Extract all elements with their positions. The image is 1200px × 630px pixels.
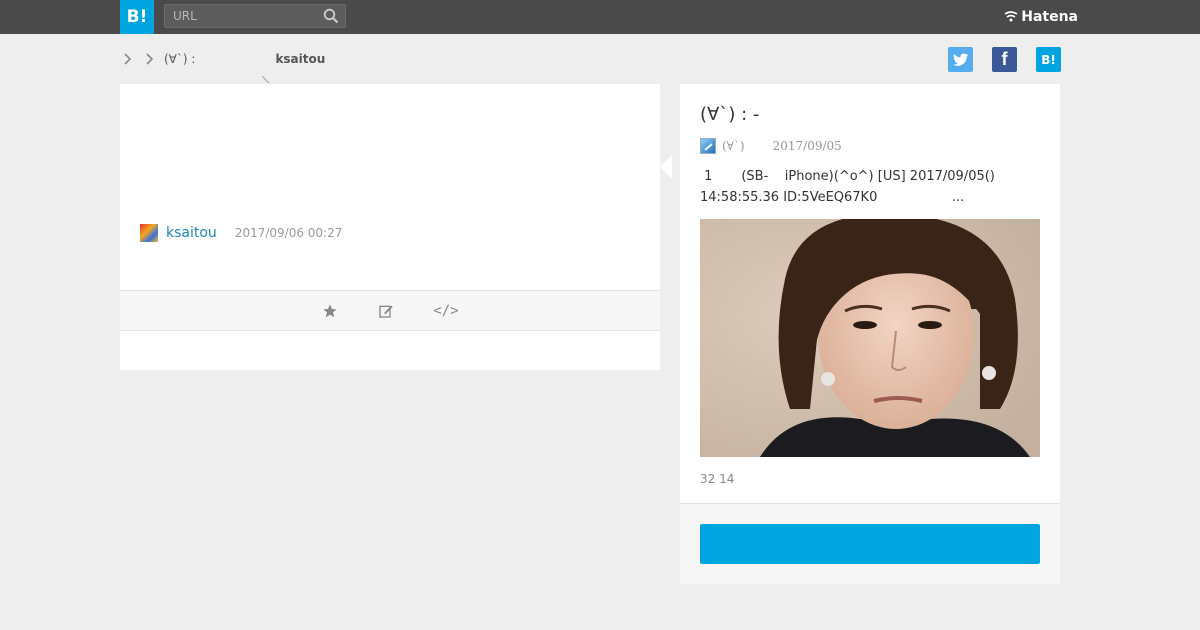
comment-meta: ksaitou 2017/09/06 00:27 [140, 224, 342, 242]
bookmark-entry-button[interactable] [700, 524, 1040, 564]
chevron-right-icon[interactable] [142, 52, 156, 66]
embed-button[interactable]: </> [432, 301, 460, 321]
hatena-bookmark-logo[interactable]: B! [120, 0, 154, 34]
facebook-share-button[interactable]: f [992, 47, 1017, 72]
entry-site[interactable]: (∀`) [722, 139, 745, 153]
breadcrumb-pointer-icon [262, 76, 270, 84]
breadcrumb-user: ksaitou [275, 52, 326, 66]
entry-card: (∀`) : - (∀`) 2017/09/05 1 (SB- iPhone)(… [680, 84, 1060, 584]
brand-name: Hatena [1021, 9, 1078, 25]
entry-title[interactable]: (∀`) : - [700, 104, 759, 125]
edit-icon [379, 305, 393, 318]
hatena-brand-link[interactable]: Hatena [1003, 9, 1078, 25]
star-button[interactable] [320, 301, 340, 321]
avatar[interactable] [140, 224, 158, 242]
entry-counts: 32 14 [700, 472, 735, 486]
entry-image[interactable] [700, 219, 1040, 457]
comment-card: ksaitou 2017/09/06 00:27 </> [120, 84, 660, 370]
facebook-icon: f [1001, 49, 1008, 69]
twitter-share-button[interactable] [948, 47, 973, 72]
edit-button[interactable] [376, 301, 396, 321]
comment-username[interactable]: ksaitou [166, 225, 217, 241]
search-box [164, 4, 346, 28]
hatena-bookmark-share-button[interactable]: B! [1036, 47, 1061, 72]
entry-meta: (∀`) 2017/09/05 [700, 138, 842, 154]
embed-icon: </> [433, 303, 459, 319]
hatena-bookmark-icon: B! [1041, 52, 1056, 67]
site-favicon-icon [700, 138, 716, 154]
top-bar: B! Hatena [0, 0, 1200, 34]
entry-footer [680, 503, 1060, 584]
breadcrumb: (∀`) : ksaitou [120, 48, 325, 70]
comment-date[interactable]: 2017/09/06 00:27 [235, 226, 343, 240]
entry-excerpt: 1 (SB- iPhone)(^o^) [US] 2017/09/05() 14… [700, 169, 995, 205]
search-input[interactable] [165, 5, 315, 27]
entry-date: 2017/09/05 [772, 139, 842, 153]
twitter-icon [952, 53, 968, 66]
star-icon [323, 304, 337, 318]
comment-action-bar: </> [120, 290, 660, 331]
portrait-photo [700, 219, 1040, 457]
card-pointer [660, 155, 672, 179]
chevron-right-icon[interactable] [120, 52, 134, 66]
hatena-mark-icon [1004, 11, 1018, 22]
breadcrumb-entry-link[interactable]: (∀`) : [164, 52, 195, 66]
search-icon[interactable] [323, 8, 339, 24]
